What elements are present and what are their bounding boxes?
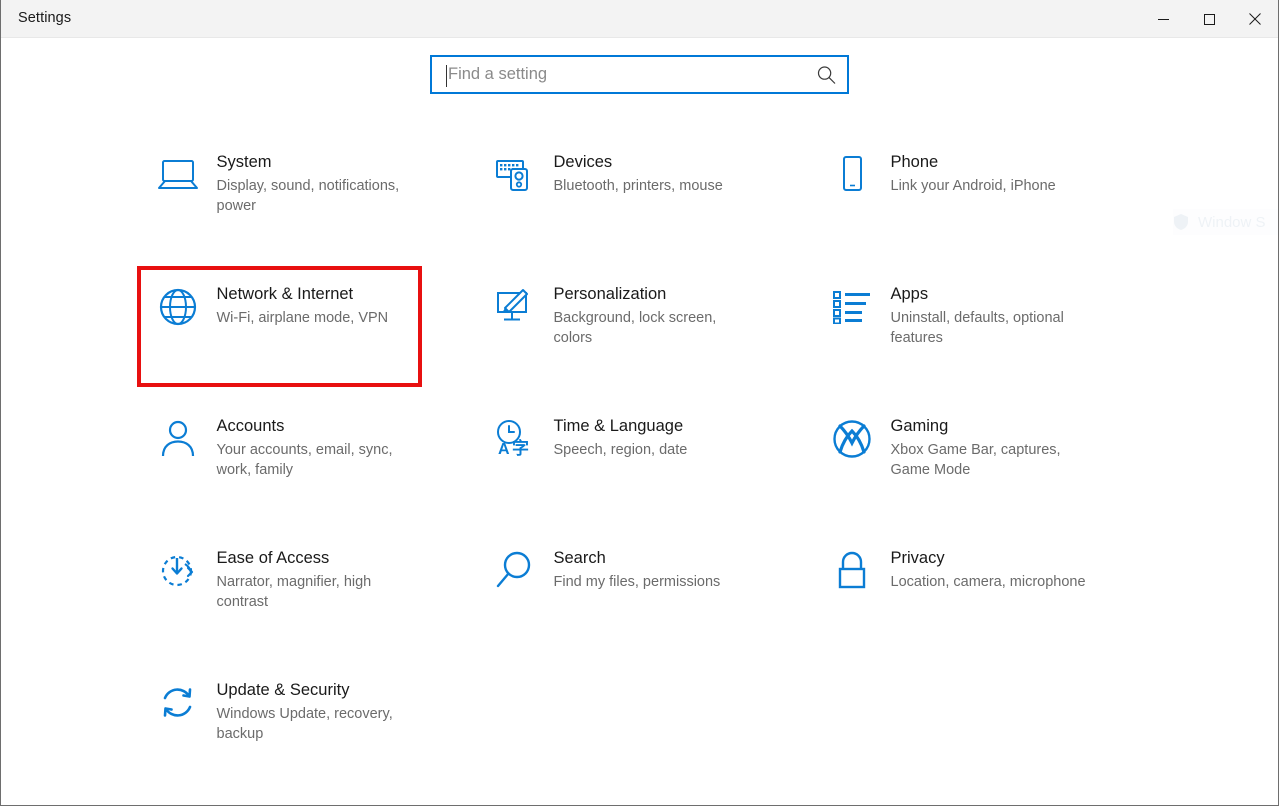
clock-language-icon: A 字 [484, 416, 546, 462]
tile-desc: Background, lock screen, colors [553, 310, 717, 346]
maximize-button[interactable] [1186, 0, 1232, 38]
minimize-icon [1157, 14, 1169, 25]
lock-icon [821, 548, 883, 594]
text-caret [446, 65, 447, 87]
settings-tile-apps[interactable]: Apps Uninstall, defaults, optional featu… [809, 268, 1146, 400]
tile-text: Devices Bluetooth, printers, mouse [546, 150, 723, 196]
svg-text:字: 字 [512, 438, 529, 459]
tile-title: Phone [890, 153, 939, 171]
tile-desc: Location, camera, microphone [890, 574, 1086, 590]
page-title: Settings [18, 10, 72, 27]
tile-desc: Narrator, magnifier, high contrast [216, 574, 372, 610]
settings-grid: System Display, sound, notifications, po… [135, 136, 1145, 796]
settings-tile-time-language[interactable]: A 字 Time & Language Speech, region, date [472, 400, 809, 532]
tile-title: Time & Language [553, 417, 684, 435]
tile-title: Gaming [890, 417, 949, 435]
watermark-label: Window S [1198, 213, 1266, 231]
tile-text: Network & Internet Wi-Fi, airplane mode,… [209, 282, 389, 328]
search-icon[interactable] [817, 65, 836, 84]
tile-text: Apps Uninstall, defaults, optional featu… [883, 282, 1096, 348]
tile-title: Personalization [553, 285, 667, 303]
person-icon [147, 416, 209, 462]
globe-icon [147, 284, 209, 330]
close-button[interactable] [1232, 0, 1278, 38]
tile-desc: Link your Android, iPhone [890, 178, 1056, 194]
tile-desc: Uninstall, defaults, optional features [890, 310, 1064, 346]
settings-tile-network-internet[interactable]: Network & Internet Wi-Fi, airplane mode,… [135, 266, 472, 400]
settings-tile-devices[interactable]: Devices Bluetooth, printers, mouse [472, 136, 809, 268]
tile-desc: Windows Update, recovery, backup [216, 706, 393, 742]
paintbrush-monitor-icon [484, 284, 546, 330]
tile-desc: Find my files, permissions [553, 574, 721, 590]
tile-title: Accounts [216, 417, 285, 435]
close-icon [1249, 13, 1261, 25]
tile-text: Ease of Access Narrator, magnifier, high… [209, 546, 422, 612]
tile-text: Update & Security Windows Update, recove… [209, 678, 422, 744]
tile-text: Search Find my files, permissions [546, 546, 721, 592]
minimize-button[interactable] [1140, 0, 1186, 38]
search-box[interactable] [430, 55, 849, 94]
tile-title: System [216, 153, 272, 171]
search-input[interactable] [432, 57, 847, 92]
tile-text: Time & Language Speech, region, date [546, 414, 688, 460]
ease-of-access-icon [147, 548, 209, 594]
tile-title: Apps [890, 285, 929, 303]
settings-tile-search[interactable]: Search Find my files, permissions [472, 532, 809, 664]
tile-text: Personalization Background, lock screen,… [546, 282, 759, 348]
settings-tile-gaming[interactable]: Gaming Xbox Game Bar, captures, Game Mod… [809, 400, 1146, 532]
svg-text:A: A [498, 441, 510, 458]
xbox-icon [821, 416, 883, 462]
tile-desc: Your accounts, email, sync, work, family [216, 442, 393, 478]
windows-security-watermark: Window S [1173, 209, 1278, 235]
tile-text: Gaming Xbox Game Bar, captures, Game Mod… [883, 414, 1096, 480]
tile-text: Privacy Location, camera, microphone [883, 546, 1086, 592]
tile-title: Privacy [890, 549, 945, 567]
tile-desc: Speech, region, date [553, 442, 688, 458]
tile-text: Accounts Your accounts, email, sync, wor… [209, 414, 422, 480]
tile-text: System Display, sound, notifications, po… [209, 150, 422, 216]
magnifier-icon [484, 548, 546, 594]
devices-icon [484, 152, 546, 198]
window-controls [1140, 0, 1278, 38]
list-icon [821, 284, 883, 330]
tile-text: Phone Link your Android, iPhone [883, 150, 1056, 196]
tile-desc: Xbox Game Bar, captures, Game Mode [890, 442, 1061, 478]
tile-title: Ease of Access [216, 549, 330, 567]
settings-tile-privacy[interactable]: Privacy Location, camera, microphone [809, 532, 1146, 664]
shield-icon [1174, 214, 1188, 230]
settings-tile-update-security[interactable]: Update & Security Windows Update, recove… [135, 664, 472, 796]
laptop-icon [147, 152, 209, 198]
tile-title: Network & Internet [216, 285, 354, 303]
settings-tile-system[interactable]: System Display, sound, notifications, po… [135, 136, 472, 268]
tile-desc: Bluetooth, printers, mouse [553, 178, 723, 194]
phone-icon [821, 152, 883, 198]
settings-window: Settings Find a setting Window S System … [0, 0, 1279, 806]
tile-desc: Wi-Fi, airplane mode, VPN [216, 310, 389, 326]
settings-tile-personalization[interactable]: Personalization Background, lock screen,… [472, 268, 809, 400]
search-row [1, 38, 1278, 94]
settings-tile-ease-of-access[interactable]: Ease of Access Narrator, magnifier, high… [135, 532, 472, 664]
maximize-icon [1203, 13, 1215, 25]
settings-tile-accounts[interactable]: Accounts Your accounts, email, sync, wor… [135, 400, 472, 532]
title-bar: Settings [1, 0, 1278, 38]
tile-title: Devices [553, 153, 613, 171]
tile-title: Search [553, 549, 606, 567]
tile-title: Update & Security [216, 681, 350, 699]
tile-desc: Display, sound, notifications, power [216, 178, 400, 214]
refresh-icon [147, 680, 209, 726]
settings-tile-phone[interactable]: Phone Link your Android, iPhone [809, 136, 1146, 268]
